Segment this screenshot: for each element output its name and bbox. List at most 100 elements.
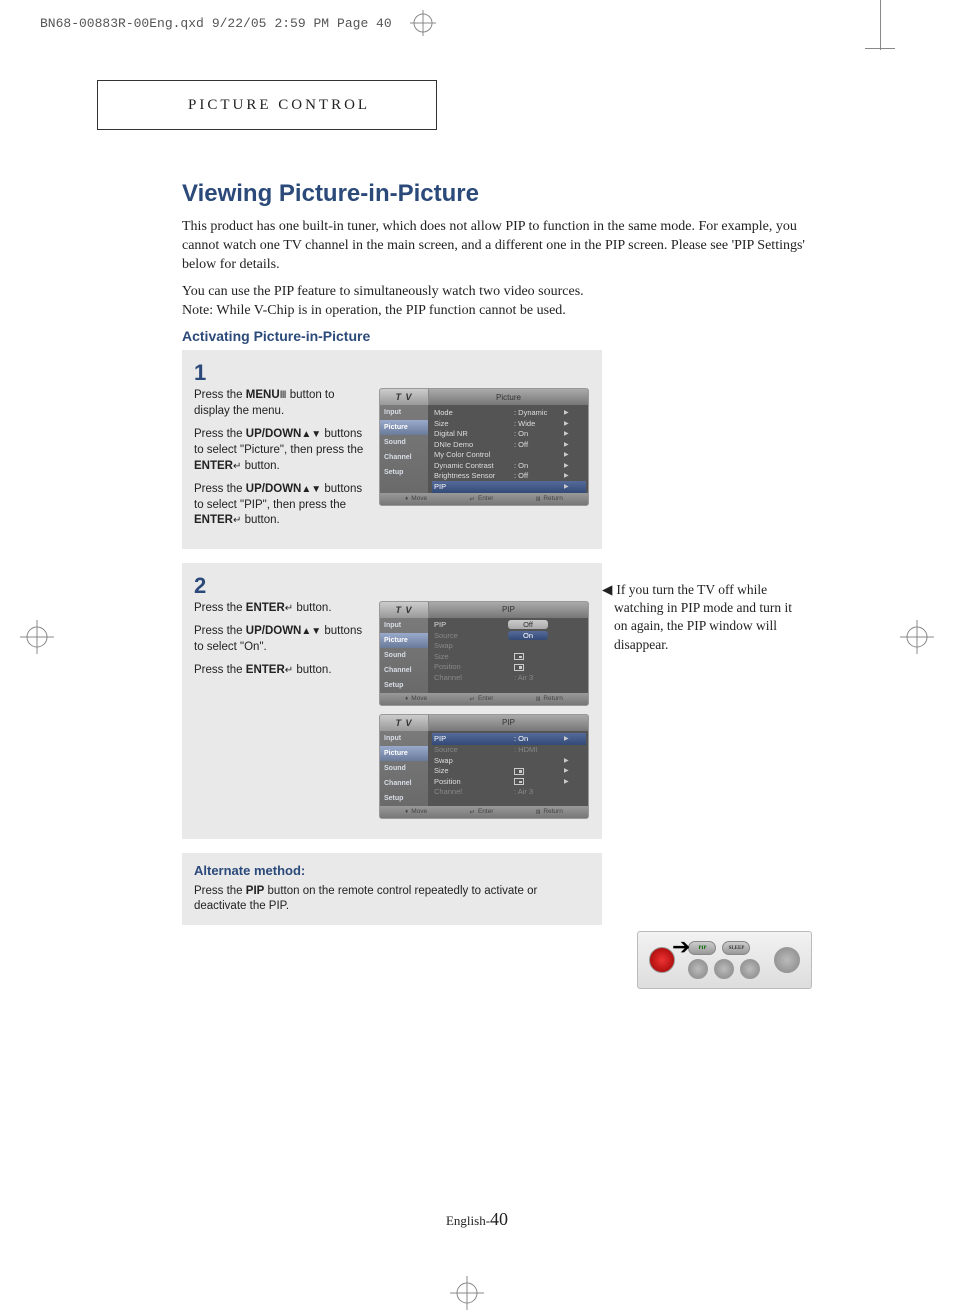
osd-title: Picture bbox=[428, 389, 588, 405]
note-bullet-icon: ◀ bbox=[602, 581, 612, 599]
enter-button-label: ENTER bbox=[194, 514, 233, 526]
osd-menu-row: SourceOn bbox=[434, 630, 584, 641]
osd-screenshot-2: T V PIP Input Picture Sound Channel Setu… bbox=[379, 601, 589, 706]
osd-row-label: Mode bbox=[434, 408, 514, 417]
osd-side-picture: Picture bbox=[380, 420, 428, 435]
osd-title: PIP bbox=[428, 602, 588, 618]
enter-button-label: ENTER bbox=[194, 460, 233, 472]
osd-menu-row: Channel: Air 3 bbox=[434, 672, 584, 683]
osd-row-label: Swap bbox=[434, 756, 514, 765]
osd-side-sound: Sound bbox=[380, 435, 428, 450]
chevron-right-icon: ▶ bbox=[564, 778, 572, 785]
osd-row-label: My Color Control bbox=[434, 450, 514, 459]
step-1-block: 1 Press the MENUⅢ button to display the … bbox=[182, 350, 602, 548]
enter-button-label: ENTER bbox=[246, 664, 285, 676]
pip-size-icon bbox=[514, 653, 524, 660]
osd-row-label: Channel bbox=[434, 673, 514, 682]
menu-icon: Ⅲ bbox=[280, 390, 287, 401]
page-title: Viewing Picture-in-Picture bbox=[182, 180, 812, 208]
osd-menu-row: Size bbox=[434, 651, 584, 662]
updown-button-label: UP/DOWN bbox=[246, 625, 302, 637]
osd-menu-row: Channel: Air 3 bbox=[434, 787, 584, 798]
crop-target-icon bbox=[410, 10, 436, 36]
osd-row-value bbox=[514, 777, 564, 786]
osd-row-label: Source bbox=[434, 631, 514, 640]
osd-sidebar: Input Picture Sound Channel Setup bbox=[380, 731, 428, 806]
osd-row-value bbox=[514, 652, 564, 661]
osd-menu-row: Brightness Sensor: Off▶ bbox=[434, 470, 584, 481]
register-mark-right bbox=[900, 620, 934, 654]
osd-menu-row: My Color Control▶ bbox=[434, 449, 584, 460]
osd-tv-label: T V bbox=[380, 715, 428, 731]
osd3-rows: PIP: On▶Source: HDMISwap▶Size▶Position▶C… bbox=[428, 731, 588, 806]
osd-row-value bbox=[514, 766, 564, 775]
osd-menu-row: PIP ▶ bbox=[432, 481, 586, 493]
osd-row-value bbox=[514, 662, 564, 671]
osd-menu-row: PIPOff bbox=[434, 620, 584, 631]
meta-filename: BN68-00883R-00Eng.qxd bbox=[40, 16, 204, 31]
chevron-right-icon: ▶ bbox=[564, 430, 572, 437]
meta-date: 9/22/05 bbox=[212, 16, 267, 31]
meta-page: Page 40 bbox=[337, 16, 392, 31]
pip-size-icon bbox=[514, 778, 524, 785]
osd-row-label: Size bbox=[434, 652, 514, 661]
footer-page-number: 40 bbox=[490, 1209, 508, 1229]
osd-menu-row: DNIe Demo: Off▶ bbox=[434, 439, 584, 450]
step-2-text: Press the ENTER↵ button. Press the UP/DO… bbox=[194, 601, 369, 827]
menu-button-label: MENU bbox=[246, 389, 280, 401]
osd-title: PIP bbox=[428, 715, 588, 731]
chevron-right-icon: ▶ bbox=[564, 462, 572, 469]
remote-sleep-button: SLEEP bbox=[722, 941, 750, 955]
footer-lang: English- bbox=[446, 1213, 490, 1228]
osd-row-value: : Off bbox=[514, 471, 564, 480]
osd-screenshot-group-2: T V PIP Input Picture Sound Channel Setu… bbox=[379, 601, 589, 827]
alternate-method-text: Press the PIP button on the remote contr… bbox=[194, 884, 590, 915]
move-icon: ♦ bbox=[405, 496, 408, 502]
remote-pip-button: PIP bbox=[688, 941, 716, 955]
updown-button-label: UP/DOWN bbox=[246, 483, 302, 495]
osd-row-label: PIP bbox=[434, 482, 514, 491]
osd-footer: ♦Move ↵Enter ⅢReturn bbox=[380, 693, 588, 705]
osd-row-value: : Air 3 bbox=[514, 673, 564, 682]
osd-row-label: Size bbox=[434, 419, 514, 428]
remote-button bbox=[774, 947, 800, 973]
intro-paragraph-2: You can use the PIP feature to simultane… bbox=[182, 283, 812, 321]
alternate-method-heading: Alternate method: bbox=[194, 863, 590, 878]
print-meta-header: BN68-00883R-00Eng.qxd 9/22/05 2:59 PM Pa… bbox=[40, 10, 436, 36]
osd-menu-row: Swap bbox=[434, 641, 584, 652]
section-label: PICTURE CONTROL bbox=[188, 97, 370, 114]
enter-icon: ↵ bbox=[285, 603, 293, 614]
osd-footer: ♦Move ↵Enter ⅢReturn bbox=[380, 806, 588, 818]
enter-icon: ↵ bbox=[285, 665, 293, 676]
osd-screenshot-3: T V PIP Input Picture Sound Channel Setu… bbox=[379, 714, 589, 819]
osd-row-label: Brightness Sensor bbox=[434, 471, 514, 480]
osd1-rows: Mode: Dynamic▶Size: Wide▶Digital NR: On▶… bbox=[428, 405, 588, 493]
pip-size-icon bbox=[514, 664, 524, 671]
osd-row-label: DNIe Demo bbox=[434, 440, 514, 449]
chevron-right-icon: ▶ bbox=[564, 735, 572, 742]
chevron-right-icon: ▶ bbox=[564, 472, 572, 479]
remote-power-button bbox=[649, 947, 675, 973]
remote-button bbox=[740, 959, 760, 979]
osd-row-value: : On bbox=[514, 429, 564, 438]
chevron-right-icon: ▶ bbox=[564, 767, 572, 774]
chevron-right-icon: ▶ bbox=[564, 409, 572, 416]
register-mark-bottom bbox=[450, 1276, 484, 1310]
osd-row-label: Source bbox=[434, 745, 514, 754]
chevron-right-icon: ▶ bbox=[564, 483, 572, 490]
updown-icon: ▲▼ bbox=[301, 626, 321, 637]
osd-side-setup: Setup bbox=[380, 465, 428, 480]
osd-row-value: : HDMI bbox=[514, 745, 564, 754]
pointer-arrow-icon: ➔ bbox=[672, 934, 690, 960]
osd-side-input: Input bbox=[380, 405, 428, 420]
updown-icon: ▲▼ bbox=[301, 484, 321, 495]
meta-time: 2:59 PM bbox=[274, 16, 329, 31]
osd-row-label: Swap bbox=[434, 641, 514, 650]
osd-row-label: PIP bbox=[434, 734, 514, 743]
osd-menu-row: Digital NR: On▶ bbox=[434, 428, 584, 439]
osd-row-label: Position bbox=[434, 662, 514, 671]
osd-row-value: : Off bbox=[514, 440, 564, 449]
subheading: Activating Picture-in-Picture bbox=[182, 328, 812, 344]
osd-footer: ♦Move ↵Enter ⅢReturn bbox=[380, 493, 588, 505]
osd-menu-row: Swap▶ bbox=[434, 755, 584, 766]
